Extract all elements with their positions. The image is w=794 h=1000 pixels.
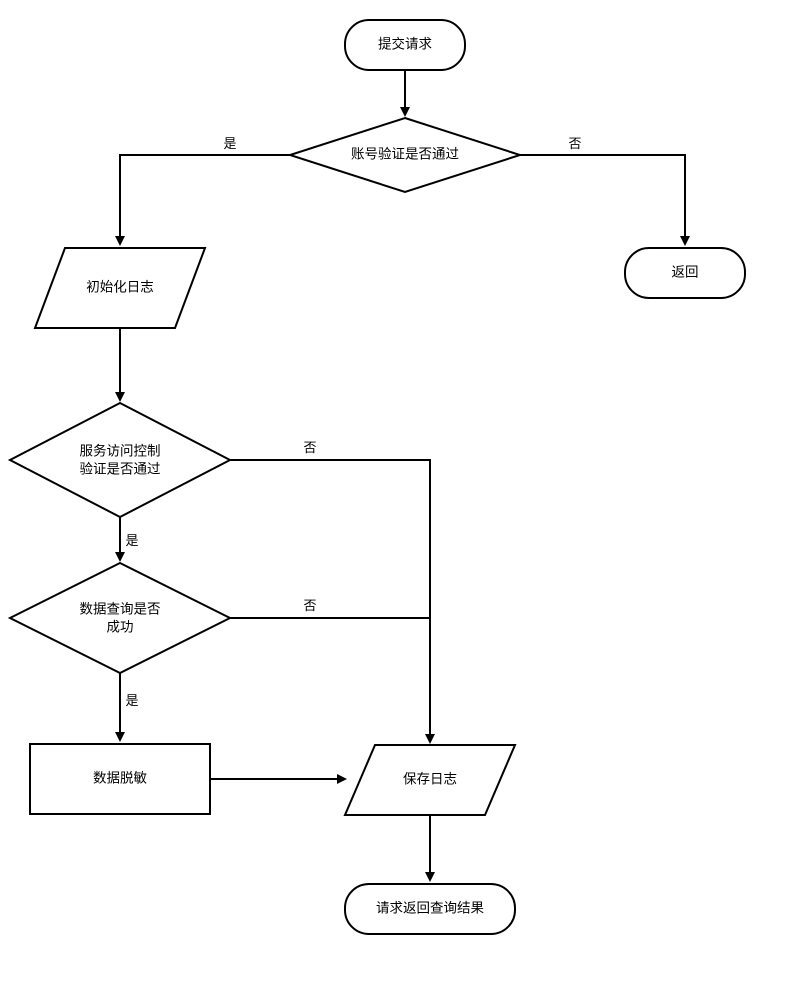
return-label: 返回 (672, 265, 699, 280)
decision-query-l2: 成功 (107, 620, 134, 635)
edge-d_svc-no (230, 460, 430, 742)
edge-d_svc-no-label: 否 (303, 440, 316, 455)
edge-d_query-no-label: 否 (303, 598, 316, 613)
edge-d_acct-yes (120, 155, 290, 244)
process-mask-label: 数据脱敏 (93, 771, 147, 786)
decision-service-l2: 验证是否通过 (80, 462, 161, 477)
decision-account-label: 账号验证是否通过 (351, 147, 459, 162)
edge-d_query-no (230, 618, 430, 742)
flowchart: 提交请求 账号验证是否通过 是 否 返回 初始化日志 服务访问控制 验证是否通过… (0, 0, 794, 1000)
decision-service (10, 403, 230, 517)
decision-service-l1: 服务访问控制 (80, 444, 161, 459)
decision-query-l1: 数据查询是否 (80, 602, 161, 617)
edge-d_acct-no (520, 155, 685, 244)
decision-query (10, 563, 230, 673)
edge-d_acct-yes-label: 是 (223, 136, 236, 151)
start-label: 提交请求 (378, 36, 432, 52)
edge-d_acct-no-label: 否 (568, 136, 581, 151)
process-init-log-label: 初始化日志 (86, 279, 154, 295)
edge-d_query-yes-label: 是 (125, 693, 138, 708)
process-save-log-label: 保存日志 (403, 772, 457, 787)
end-label: 请求返回查询结果 (376, 901, 484, 916)
edge-d_svc-yes-label: 是 (125, 533, 138, 548)
